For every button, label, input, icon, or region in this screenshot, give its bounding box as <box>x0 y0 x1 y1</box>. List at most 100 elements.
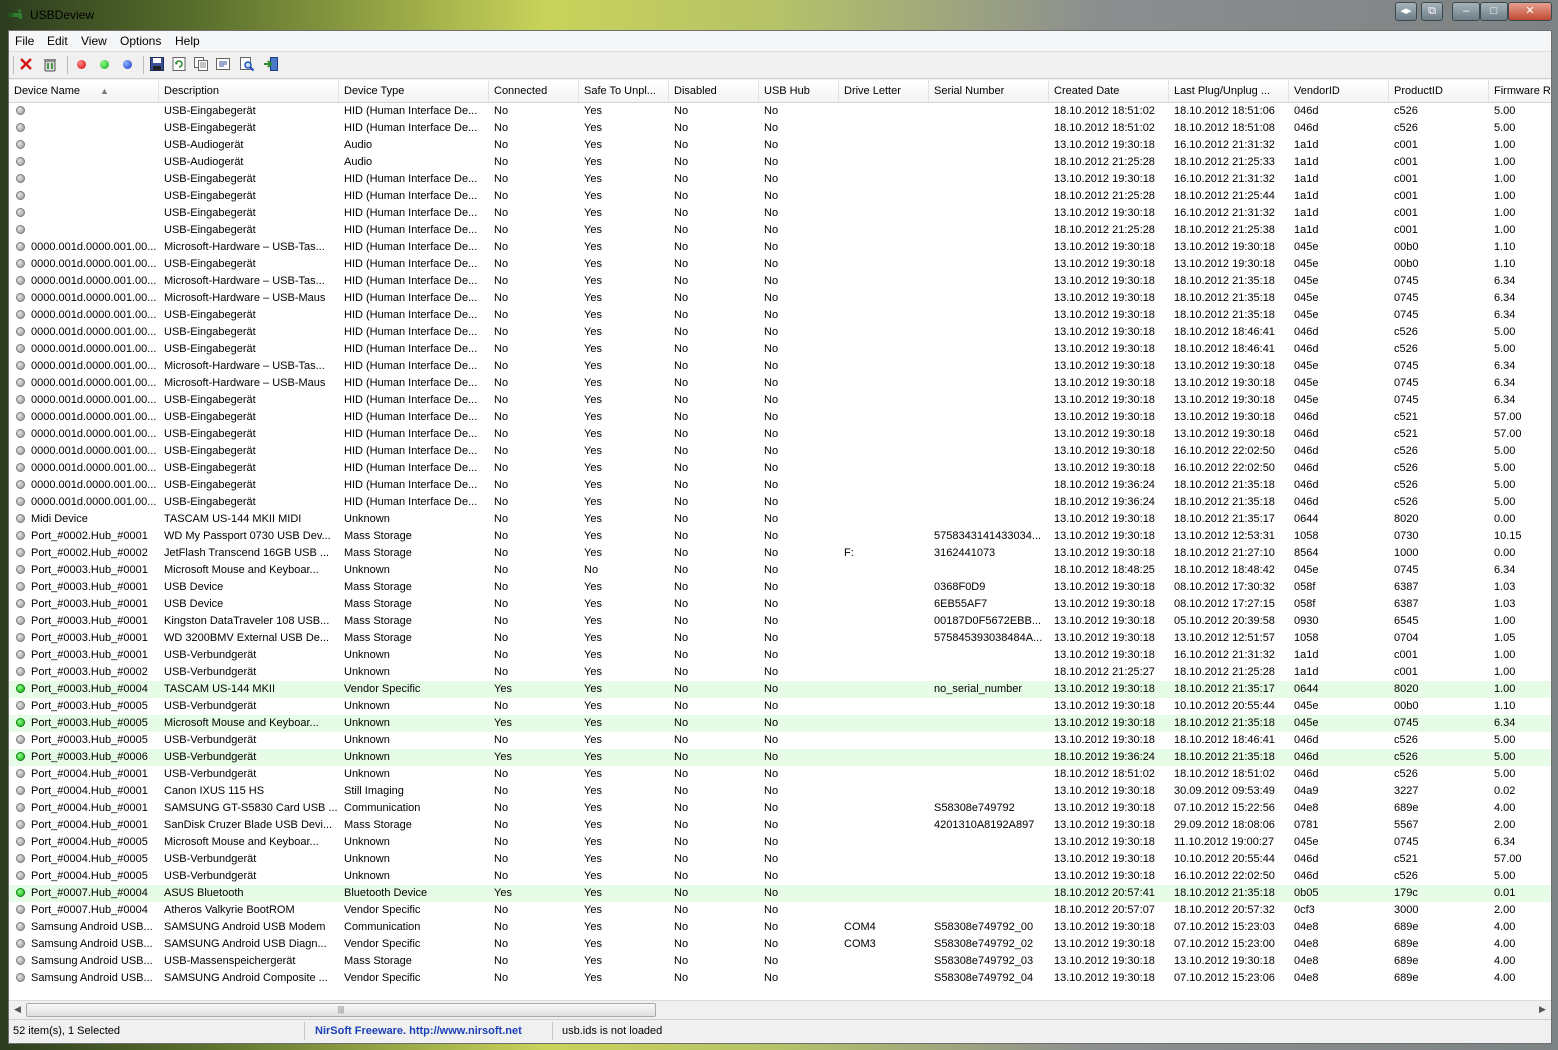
menu-file[interactable]: File <box>15 34 34 48</box>
table-row[interactable]: 0000.001d.0000.001.00... USB-Eingabegerät… <box>9 443 1551 460</box>
table-row[interactable]: Port_#0003.Hub_#0001 Microsoft Mouse and … <box>9 562 1551 579</box>
find-icon[interactable] <box>238 55 256 73</box>
copy-icon[interactable] <box>192 55 210 73</box>
table-row[interactable]: Port_#0004.Hub_#0005 USB-Verbundgerät Unkn… <box>9 851 1551 868</box>
table-row[interactable]: 0000.001d.0000.001.00... USB-Eingabegerät… <box>9 460 1551 477</box>
title-bar[interactable]: USBDeview ◂▸ ⧉ – □ ✕ <box>0 0 1558 30</box>
uninstall-icon[interactable] <box>41 55 59 73</box>
scroll-left-icon[interactable]: ◀ <box>9 1001 26 1018</box>
table-row[interactable]: USB-Audiogerät Audio No Yes No No 13.10.2012 1… <box>9 137 1551 154</box>
minimize-button[interactable]: – <box>1452 2 1480 21</box>
table-row[interactable]: Port_#0007.Hub_#0004 Atheros Valkyrie Boo… <box>9 902 1551 919</box>
table-row[interactable]: 0000.001d.0000.001.00... USB-Eingabegerät… <box>9 307 1551 324</box>
menu-help[interactable]: Help <box>175 34 200 48</box>
properties-icon[interactable] <box>214 55 232 73</box>
table-row[interactable]: Port_#0002.Hub_#0001 WD My Passport 0730 … <box>9 528 1551 545</box>
connect-green-dot-icon[interactable] <box>95 55 113 73</box>
scroll-right-icon[interactable]: ▶ <box>1534 1001 1551 1018</box>
tile-window-button[interactable]: ⧉ <box>1421 2 1443 21</box>
table-row[interactable]: 0000.001d.0000.001.00... USB-Eingabegerät… <box>9 426 1551 443</box>
table-row[interactable]: 0000.001d.0000.001.00... USB-Eingabegerät… <box>9 256 1551 273</box>
table-row[interactable]: Port_#0003.Hub_#0004 TASCAM US-144 MKII Ve… <box>9 681 1551 698</box>
table-row[interactable]: USB-Eingabegerät HID (Human Interface De.… <box>9 103 1551 120</box>
table-row[interactable]: Port_#0003.Hub_#0001 Kingston DataTravele… <box>9 613 1551 630</box>
column-header-safe-to-unplug[interactable]: Safe To Unpl... <box>579 80 669 102</box>
table-row[interactable]: Port_#0003.Hub_#0005 USB-Verbundgerät Unkn… <box>9 732 1551 749</box>
table-row[interactable]: Samsung Android USB... SAMSUNG Android US… <box>9 936 1551 953</box>
column-header-device-name[interactable]: Device Name ▲ <box>9 80 159 102</box>
table-row[interactable]: Port_#0004.Hub_#0001 Canon IXUS 115 HS Sti… <box>9 783 1551 800</box>
table-row[interactable]: Port_#0003.Hub_#0001 USB Device Mass Stora… <box>9 596 1551 613</box>
cell-connected: No <box>494 785 509 797</box>
table-row[interactable]: Port_#0004.Hub_#0005 Microsoft Mouse and … <box>9 834 1551 851</box>
cell-created-date: 13.10.2012 19:30:18 <box>1054 343 1155 355</box>
table-row[interactable]: 0000.001d.0000.001.00... USB-Eingabegerät… <box>9 494 1551 511</box>
table-row[interactable]: Port_#0004.Hub_#0001 SanDisk Cruzer Blade… <box>9 817 1551 834</box>
column-header-vendor-id[interactable]: VendorID <box>1289 80 1389 102</box>
table-row[interactable]: Samsung Android USB... USB-Massenspeicher… <box>9 953 1551 970</box>
cell-firmware: 57.00 <box>1494 411 1522 423</box>
table-row[interactable]: 0000.001d.0000.001.00... USB-Eingabegerät… <box>9 341 1551 358</box>
column-header-drive-letter[interactable]: Drive Letter <box>839 80 929 102</box>
disconnect-red-dot-icon[interactable] <box>72 55 90 73</box>
table-row[interactable]: Port_#0003.Hub_#0005 Microsoft Mouse and … <box>9 715 1551 732</box>
table-row[interactable]: 0000.001d.0000.001.00... Microsoft-Hardwa… <box>9 239 1551 256</box>
cell-disabled: No <box>674 360 689 372</box>
table-row[interactable]: Port_#0002.Hub_#0002 JetFlash Transcend 1… <box>9 545 1551 562</box>
table-row[interactable]: Port_#0003.Hub_#0001 WD 3200BMV External … <box>9 630 1551 647</box>
close-window-button[interactable]: ✕ <box>1508 2 1552 21</box>
column-header-device-type[interactable]: Device Type <box>339 80 489 102</box>
table-row[interactable]: USB-Eingabegerät HID (Human Interface De.… <box>9 171 1551 188</box>
column-header-serial-number[interactable]: Serial Number <box>929 80 1049 102</box>
table-row[interactable]: 0000.001d.0000.001.00... Microsoft-Hardwa… <box>9 375 1551 392</box>
table-row[interactable]: 0000.001d.0000.001.00... USB-Eingabegerät… <box>9 477 1551 494</box>
refresh-icon[interactable] <box>170 55 188 73</box>
nirsoft-link[interactable]: NirSoft Freeware. http://www.nirsoft.net <box>305 1022 553 1040</box>
table-row[interactable]: USB-Eingabegerät HID (Human Interface De.… <box>9 120 1551 137</box>
table-row[interactable]: Port_#0007.Hub_#0004 ASUS Bluetooth Blueto… <box>9 885 1551 902</box>
table-row[interactable]: Port_#0004.Hub_#0001 USB-Verbundgerät Unkn… <box>9 766 1551 783</box>
table-row[interactable]: 0000.001d.0000.001.00... Microsoft-Hardwa… <box>9 290 1551 307</box>
table-row[interactable]: Port_#0003.Hub_#0006 USB-Verbundgerät Unkn… <box>9 749 1551 766</box>
table-row[interactable]: 0000.001d.0000.001.00... USB-Eingabegerät… <box>9 392 1551 409</box>
column-header-description[interactable]: Description <box>159 80 339 102</box>
close-red-x-icon[interactable] <box>17 55 35 73</box>
blue-dot-icon[interactable] <box>118 55 136 73</box>
exit-icon[interactable] <box>262 55 280 73</box>
column-header-created-date[interactable]: Created Date <box>1049 80 1169 102</box>
table-row[interactable]: Port_#0003.Hub_#0001 USB Device Mass Stora… <box>9 579 1551 596</box>
table-row[interactable]: USB-Audiogerät Audio No Yes No No 18.10.2012 2… <box>9 154 1551 171</box>
table-row[interactable]: Port_#0003.Hub_#0001 USB-Verbundgerät Unkn… <box>9 647 1551 664</box>
table-row[interactable]: 0000.001d.0000.001.00... Microsoft-Hardwa… <box>9 358 1551 375</box>
menu-edit[interactable]: Edit <box>47 34 68 48</box>
table-row[interactable]: Port_#0004.Hub_#0005 USB-Verbundgerät Unkn… <box>9 868 1551 885</box>
table-row[interactable]: Samsung Android USB... SAMSUNG Android US… <box>9 919 1551 936</box>
restore-layout-button[interactable]: ◂▸ <box>1395 2 1417 21</box>
menu-view[interactable]: View <box>81 34 107 48</box>
column-header-usb-hub[interactable]: USB Hub <box>759 80 839 102</box>
cell-serial-number <box>929 392 1049 409</box>
horizontal-scrollbar[interactable]: ◀ ||| ▶ <box>9 1000 1551 1018</box>
device-list[interactable]: Device Name ▲ Description Device Type Con… <box>9 80 1551 1000</box>
table-row[interactable]: USB-Eingabegerät HID (Human Interface De.… <box>9 205 1551 222</box>
table-row[interactable]: Port_#0004.Hub_#0001 SAMSUNG GT-S5830 Car… <box>9 800 1551 817</box>
maximize-button[interactable]: □ <box>1480 2 1508 21</box>
cell-safe-to-unplug: Yes <box>584 105 602 117</box>
table-row[interactable]: 0000.001d.0000.001.00... USB-Eingabegerät… <box>9 409 1551 426</box>
save-icon[interactable] <box>148 55 166 73</box>
column-header-product-id[interactable]: ProductID <box>1389 80 1489 102</box>
table-row[interactable]: 0000.001d.0000.001.00... USB-Eingabegerät… <box>9 324 1551 341</box>
menu-options[interactable]: Options <box>120 34 161 48</box>
table-row[interactable]: 0000.001d.0000.001.00... Microsoft-Hardwa… <box>9 273 1551 290</box>
column-header-disabled[interactable]: Disabled <box>669 80 759 102</box>
column-header-connected[interactable]: Connected <box>489 80 579 102</box>
table-row[interactable]: Port_#0003.Hub_#0002 USB-Verbundgerät Unkn… <box>9 664 1551 681</box>
table-row[interactable]: Samsung Android USB... SAMSUNG Android Co… <box>9 970 1551 987</box>
table-row[interactable]: Midi Device TASCAM US-144 MKII MIDI Unknow… <box>9 511 1551 528</box>
scrollbar-thumb[interactable]: ||| <box>26 1003 656 1017</box>
column-header-firmware[interactable]: Firmware R <box>1489 80 1551 102</box>
table-row[interactable]: USB-Eingabegerät HID (Human Interface De.… <box>9 222 1551 239</box>
column-header-last-plug-unplug[interactable]: Last Plug/Unplug ... <box>1169 80 1289 102</box>
table-row[interactable]: Port_#0003.Hub_#0005 USB-Verbundgerät Unkn… <box>9 698 1551 715</box>
table-row[interactable]: USB-Eingabegerät HID (Human Interface De.… <box>9 188 1551 205</box>
